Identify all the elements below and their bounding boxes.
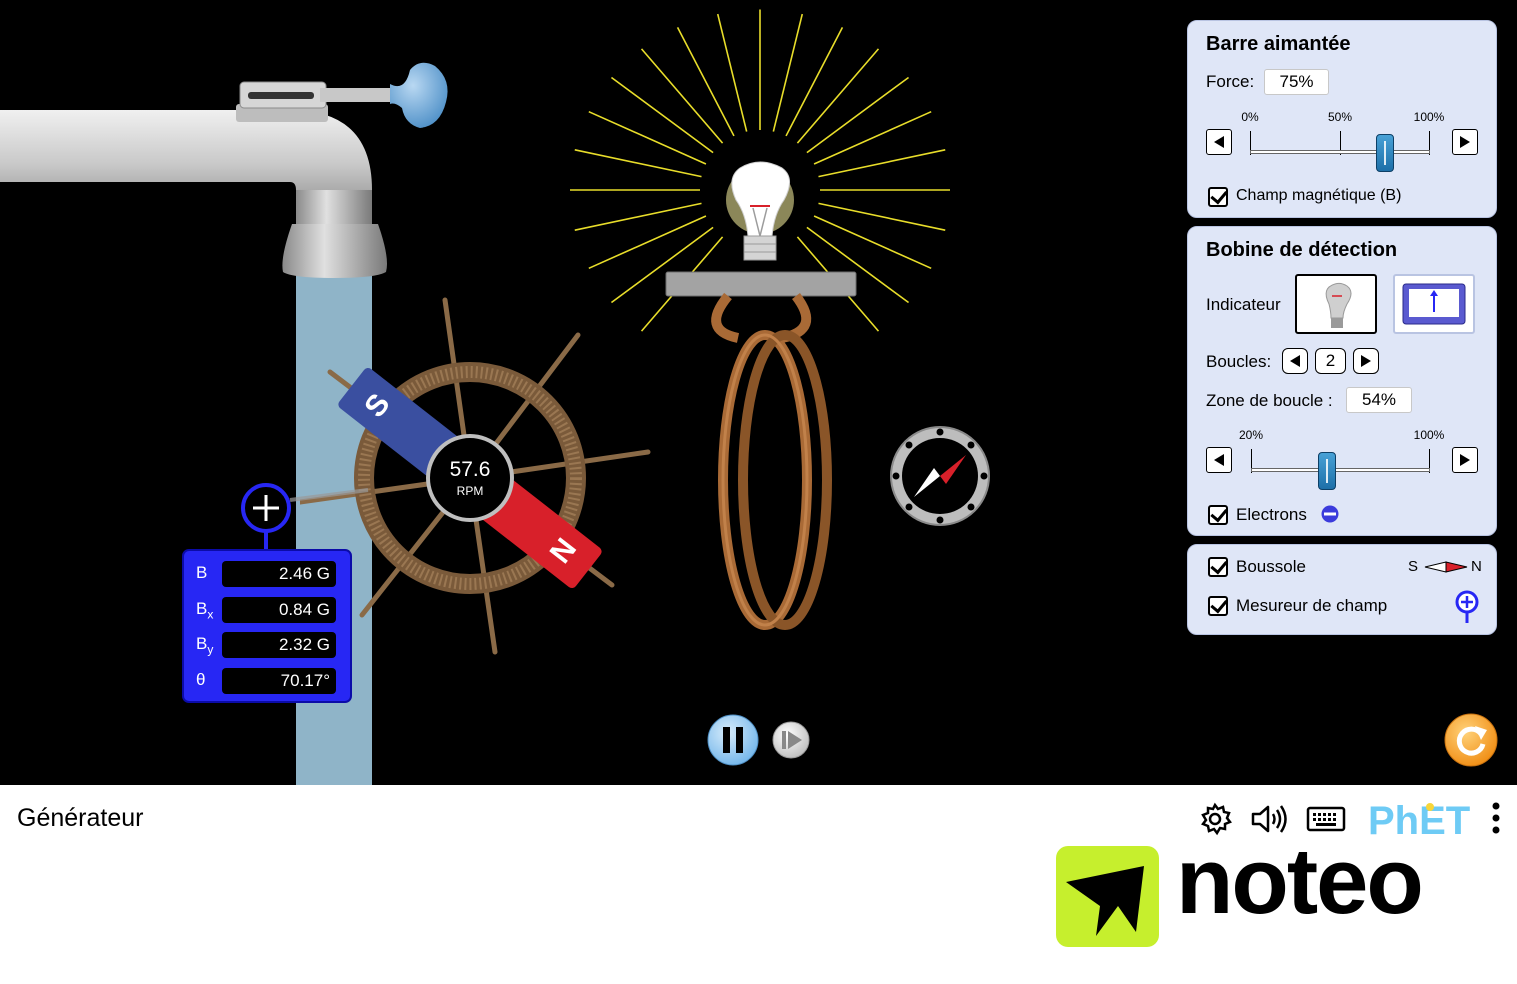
compass-checkbox[interactable] — [1208, 557, 1228, 577]
field-meter-label: Mesureur de champ — [1236, 596, 1388, 615]
compass-needle-icon — [1424, 561, 1468, 573]
loops-decrease-button[interactable] — [1282, 348, 1308, 374]
force-tick-100: 100% — [1413, 110, 1445, 124]
area-value: 54% — [1346, 387, 1412, 413]
indicator-label: Indicateur — [1206, 295, 1281, 314]
force-increase-button[interactable] — [1452, 129, 1478, 155]
loops-increase-button[interactable] — [1353, 348, 1379, 374]
reset-button[interactable] — [1443, 712, 1499, 768]
electron-icon — [1321, 505, 1339, 523]
force-tick-50: 50% — [1327, 110, 1353, 124]
indicator-voltmeter-button[interactable] — [1393, 274, 1475, 334]
meter-row-b: B 2.46 G — [184, 559, 352, 589]
force-slider-thumb[interactable] — [1376, 134, 1394, 172]
indicator-bulb-button[interactable] — [1295, 274, 1377, 334]
rpm-unit: RPM — [457, 484, 484, 498]
step-button[interactable] — [771, 720, 811, 760]
area-tick-100: 100% — [1413, 428, 1445, 442]
tools-panel: Boussole S N Mesureur de champ — [1187, 544, 1497, 635]
meter-key-bx: Bx — [196, 599, 214, 622]
field-meter-tool-icon — [1455, 590, 1479, 623]
coil-panel: Bobine de détection Indicateur Boucles: … — [1187, 226, 1497, 536]
loops-value: 2 — [1315, 348, 1346, 374]
field-meter-probe[interactable] — [238, 478, 378, 552]
magnet-panel: Barre aimantée Force: 75% 0% 50% 100% Ch… — [1187, 20, 1497, 218]
force-slider-track[interactable] — [1250, 150, 1430, 154]
field-checkbox-label: Champ magnétique (B) — [1236, 187, 1402, 204]
pickup-coil[interactable] — [560, 0, 960, 640]
force-decrease-button[interactable] — [1206, 129, 1232, 155]
meter-row-theta: θ 70.17° — [184, 666, 352, 696]
compass-n-label: N — [1471, 558, 1482, 575]
screen-title: Générateur — [17, 804, 144, 832]
area-slider-track[interactable] — [1251, 468, 1430, 472]
area-tick-20: 20% — [1238, 428, 1264, 442]
area-slider-thumb[interactable] — [1318, 452, 1337, 490]
field-meter-checkbox[interactable] — [1208, 596, 1228, 616]
meter-key-by: By — [196, 634, 214, 657]
meter-row-by: By 2.32 G — [184, 630, 352, 660]
meter-value-bx: 0.84 G — [222, 597, 336, 623]
voltmeter-icon — [1402, 283, 1466, 325]
meter-key-theta: θ — [196, 670, 206, 689]
pause-icon — [723, 727, 730, 753]
magnet-panel-title: Barre aimantée — [1206, 33, 1351, 55]
area-decrease-button[interactable] — [1206, 447, 1232, 473]
simulation-scene: S N 57.6 RPM B 2.46 G Bx 0.84 G By 2.32 … — [0, 0, 1517, 785]
compass-label: Boussole — [1236, 557, 1306, 576]
force-value: 75% — [1264, 69, 1329, 95]
field-checkbox[interactable] — [1208, 187, 1228, 207]
field-meter-readout[interactable]: B 2.46 G Bx 0.84 G By 2.32 G θ 70.17° — [182, 549, 352, 703]
meter-row-bx: Bx 0.84 G — [184, 595, 352, 625]
area-label: Zone de boucle : — [1206, 391, 1333, 410]
loops-label: Boucles: — [1206, 352, 1272, 371]
rpm-value: 57.6 — [450, 458, 491, 481]
meter-value-by: 2.32 G — [222, 632, 336, 658]
electrons-checkbox[interactable] — [1208, 505, 1228, 525]
area-increase-button[interactable] — [1452, 447, 1478, 473]
bulb-icon — [1325, 282, 1352, 328]
meter-key-b: B — [196, 563, 208, 582]
meter-value-theta: 70.17° — [222, 668, 336, 694]
noteo-wordmark: noteo — [1176, 828, 1424, 933]
coil-panel-title: Bobine de détection — [1206, 239, 1398, 261]
noteo-logo-mark — [1056, 846, 1159, 947]
force-tick-0: 0% — [1241, 110, 1259, 124]
force-label: Force: — [1206, 72, 1255, 91]
compass[interactable] — [888, 424, 992, 528]
meter-value-b: 2.46 G — [222, 561, 336, 587]
step-icon — [782, 731, 786, 749]
compass-s-label: S — [1408, 558, 1419, 575]
menu-dots-icon[interactable] — [1488, 800, 1504, 838]
electrons-label: Electrons — [1236, 505, 1307, 524]
pause-button[interactable] — [706, 713, 760, 767]
